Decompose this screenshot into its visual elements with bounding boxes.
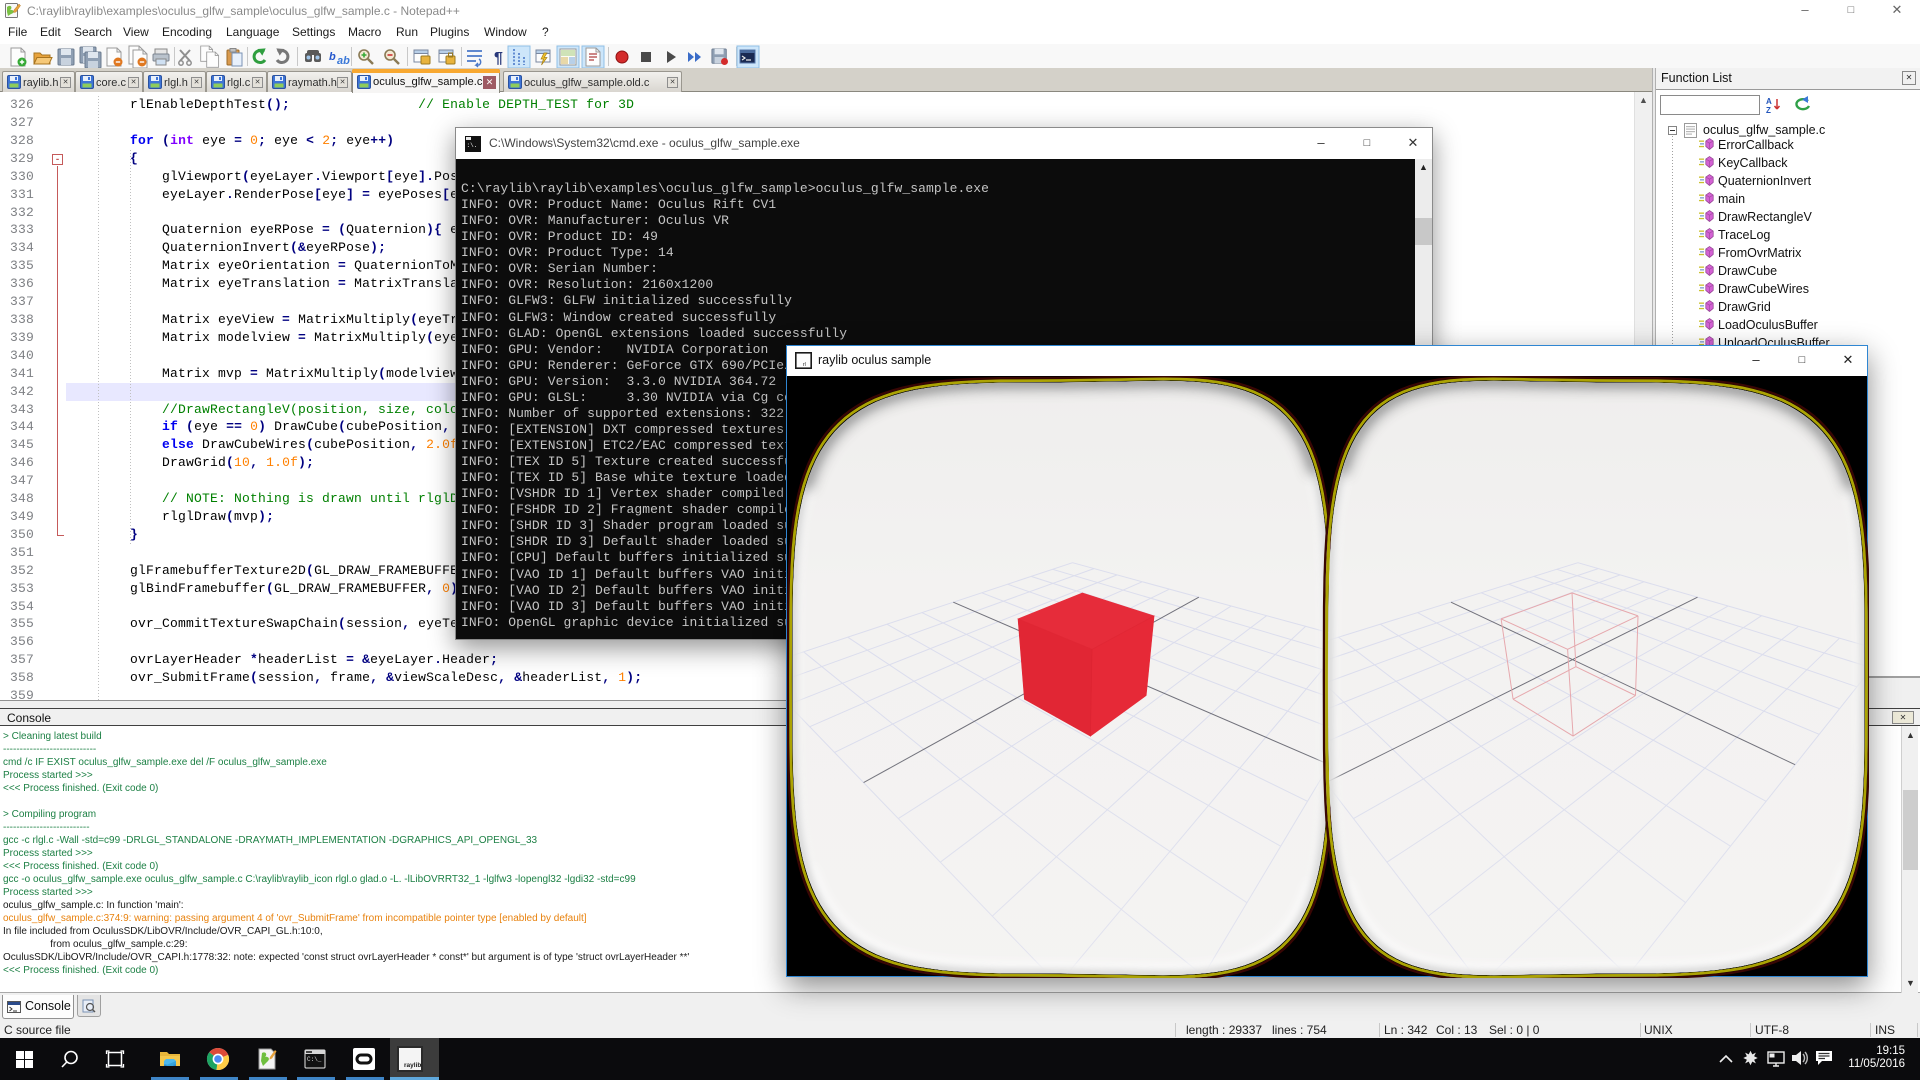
svg-text:C:\_: C:\_ bbox=[307, 1056, 322, 1063]
svg-text:A: A bbox=[1766, 97, 1772, 106]
svg-text:rl: rl bbox=[803, 362, 806, 368]
svg-text:b: b bbox=[329, 51, 336, 63]
svg-text:¶: ¶ bbox=[494, 50, 503, 67]
svg-text:Z: Z bbox=[1766, 106, 1771, 115]
svg-text::\.: :\. bbox=[467, 142, 478, 149]
svg-text:raylib: raylib bbox=[404, 1062, 421, 1069]
svg-text:ab: ab bbox=[337, 55, 350, 67]
